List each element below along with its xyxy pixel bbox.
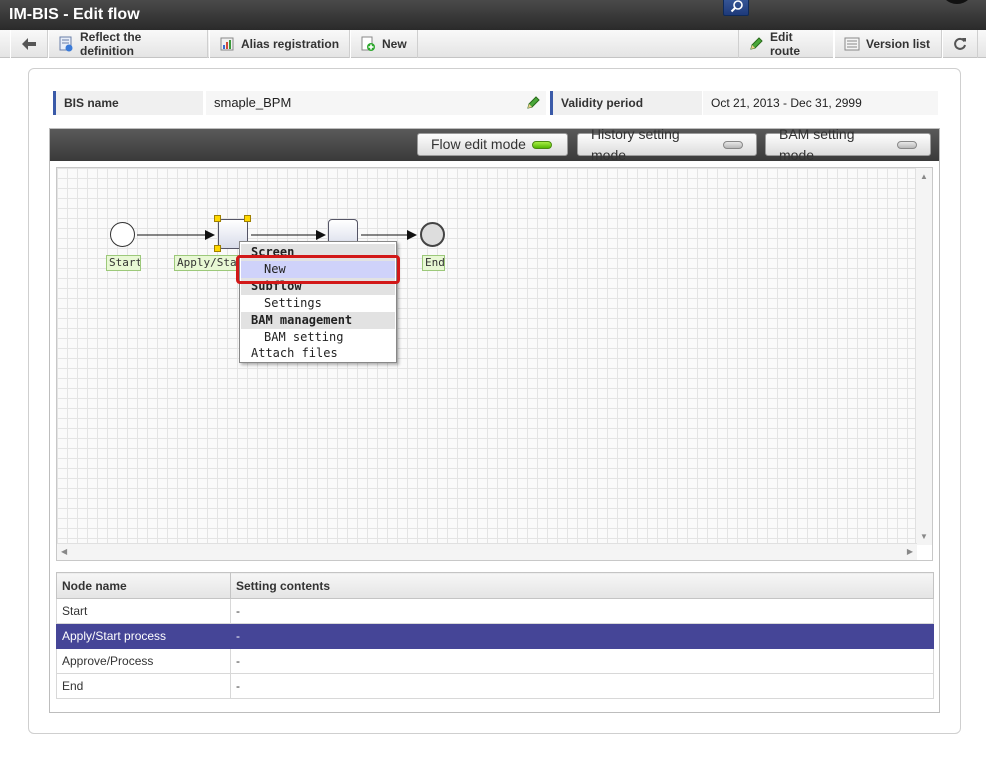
bis-name-label: BIS name xyxy=(53,91,203,115)
history-setting-mode-button[interactable]: History setting mode xyxy=(577,126,757,163)
flow-edit-mode-label: Flow edit mode xyxy=(431,136,526,152)
selection-handle[interactable] xyxy=(214,215,221,222)
horizontal-scrollbar[interactable]: ◀ ▶ xyxy=(57,543,917,560)
menu-item-attach-files[interactable]: Attach files xyxy=(241,345,395,362)
table-header-row: Node name Setting contents xyxy=(56,572,934,599)
alias-icon xyxy=(219,36,235,52)
start-node[interactable] xyxy=(110,222,135,247)
table-row[interactable]: End - xyxy=(56,673,934,699)
new-document-icon xyxy=(360,36,376,52)
search-button[interactable] xyxy=(723,0,749,16)
table-row-selected[interactable]: Apply/Start process - xyxy=(56,623,934,649)
scroll-left-icon[interactable]: ◀ xyxy=(61,547,67,556)
end-node[interactable] xyxy=(420,222,445,247)
vertical-scrollbar[interactable]: ▲ ▼ xyxy=(915,168,932,545)
setting-contents-cell: - xyxy=(230,598,934,624)
scroll-down-icon[interactable]: ▼ xyxy=(920,532,928,541)
edit-route-button[interactable]: Edit route xyxy=(738,30,834,58)
flow-panel: Flow edit mode History setting mode BAM … xyxy=(49,126,940,713)
bam-setting-mode-button[interactable]: BAM setting mode xyxy=(765,126,931,163)
edit-name-pencil-icon[interactable] xyxy=(525,95,541,111)
setting-contents-cell: - xyxy=(230,623,934,649)
node-name-cell: Apply/Start process xyxy=(56,623,231,649)
bam-setting-mode-label: BAM setting mode xyxy=(779,125,855,163)
flow-edit-mode-button[interactable]: Flow edit mode xyxy=(417,133,568,156)
validity-period-label: Validity period xyxy=(550,91,702,115)
column-header-node-name: Node name xyxy=(56,572,231,599)
title-bar: IM-BIS - Edit flow xyxy=(0,0,986,30)
search-icon xyxy=(730,0,743,13)
back-button[interactable] xyxy=(10,30,48,58)
menu-item-bam-setting[interactable]: BAM setting xyxy=(241,329,395,346)
table-row[interactable]: Start - xyxy=(56,598,934,624)
alias-registration-label: Alias registration xyxy=(241,37,340,51)
table-row[interactable]: Approve/Process - xyxy=(56,648,934,674)
new-button[interactable]: New xyxy=(350,30,418,58)
pencil-icon xyxy=(748,36,764,52)
menu-header-bam-management: BAM management xyxy=(241,312,395,329)
window-title: IM-BIS - Edit flow xyxy=(9,6,140,23)
version-list-button[interactable]: Version list xyxy=(834,30,942,58)
flow-edit-led-icon xyxy=(531,140,552,149)
node-name-cell: Approve/Process xyxy=(56,648,231,674)
info-row: BIS name smaple_BPM Validity period Oct … xyxy=(53,91,938,115)
new-label: New xyxy=(382,37,407,51)
scroll-right-icon[interactable]: ▶ xyxy=(907,547,913,556)
edit-route-label: Edit route xyxy=(770,30,800,58)
history-setting-mode-label: History setting mode xyxy=(591,125,680,163)
node-name-cell: Start xyxy=(56,598,231,624)
flow-canvas[interactable]: ▲ ▼ ◀ ▶ xyxy=(56,167,933,561)
reflect-icon xyxy=(58,36,74,52)
bam-setting-led-icon xyxy=(897,140,917,149)
reflect-definition-button[interactable]: Reflect the definition xyxy=(48,30,208,58)
version-list-label: Version list xyxy=(866,37,931,51)
start-node-label: Start xyxy=(106,255,141,271)
history-setting-led-icon xyxy=(723,140,743,149)
menu-item-subflow-settings[interactable]: Settings xyxy=(241,295,395,312)
selection-handle[interactable] xyxy=(244,215,251,222)
list-icon xyxy=(844,36,860,52)
bis-name-value: smaple_BPM xyxy=(206,91,546,115)
scroll-up-icon[interactable]: ▲ xyxy=(920,172,928,181)
selection-handle[interactable] xyxy=(214,245,221,252)
alias-registration-button[interactable]: Alias registration xyxy=(209,30,350,58)
refresh-button[interactable] xyxy=(942,30,978,58)
setting-contents-cell: - xyxy=(230,673,934,699)
corner-decoration xyxy=(940,0,974,4)
refresh-icon xyxy=(954,37,966,50)
toolbar: Reflect the definition Alias registratio… xyxy=(0,30,986,58)
arrow-left-icon xyxy=(22,38,36,50)
node-name-cell: End xyxy=(56,673,231,699)
setting-contents-cell: - xyxy=(230,648,934,674)
column-header-setting-contents: Setting contents xyxy=(230,572,934,599)
node-table: Node name Setting contents Start - Apply… xyxy=(56,572,934,699)
validity-period-value: Oct 21, 2013 - Dec 31, 2999 xyxy=(703,91,938,115)
mode-bar: Flow edit mode History setting mode BAM … xyxy=(50,126,939,163)
canvas-grid xyxy=(57,168,917,545)
highlight-annotation xyxy=(236,255,400,284)
end-node-label: End xyxy=(422,255,445,271)
reflect-definition-label: Reflect the definition xyxy=(80,30,142,58)
apply-start-node-label: Apply/Start xyxy=(174,255,240,271)
